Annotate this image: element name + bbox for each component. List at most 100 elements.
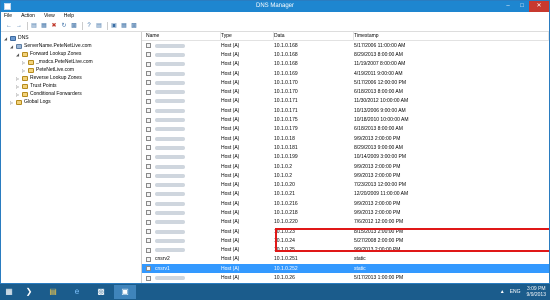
- table-row[interactable]: Host (A) 10.1.0.18 9/9/2013 2:00:00 PM: [142, 134, 549, 143]
- tree-node[interactable]: ◢ ServerName.PeteNetLive.com: [3, 42, 141, 50]
- properties-icon[interactable]: ▦: [40, 22, 48, 30]
- blurred-name: [155, 99, 185, 104]
- table-row[interactable]: Host (A) 10.1.0.169 4/19/2011 9:00:00 AM: [142, 69, 549, 78]
- record-icon: [146, 98, 151, 104]
- record-icon[interactable]: ▩: [130, 22, 138, 30]
- folder-icon: [22, 75, 28, 81]
- cell-name: [142, 52, 221, 58]
- menu-help[interactable]: Help: [64, 13, 74, 19]
- expand-icon[interactable]: ▷: [9, 100, 14, 105]
- expand-icon[interactable]: ▷: [21, 60, 26, 65]
- menu-action[interactable]: Action: [21, 13, 35, 19]
- tree-node[interactable]: ▷ PeteNetLive.com: [3, 66, 141, 74]
- table-row[interactable]: Host (A) 10.1.0.218 9/9/2013 2:00:00 PM: [142, 208, 549, 217]
- column-header-data[interactable]: Data: [274, 32, 354, 41]
- collapse-icon[interactable]: ◢: [9, 44, 14, 49]
- tree-node[interactable]: ▷ _msdcs.PeteNetLive.com: [3, 58, 141, 66]
- blurred-name: [155, 229, 185, 234]
- network-icon[interactable]: ▲: [500, 289, 505, 295]
- cell-type: Host (A): [221, 163, 240, 170]
- table-row[interactable]: Host (A) 10.1.0.216 9/9/2013 2:00:00 PM: [142, 199, 549, 208]
- tree-node[interactable]: ◢ DNS: [3, 34, 141, 42]
- show-hide-tree-icon[interactable]: ▤: [95, 22, 103, 30]
- refresh-icon[interactable]: ↻: [60, 22, 68, 30]
- cell-type: Host (A): [221, 265, 240, 272]
- menu-view[interactable]: View: [44, 13, 55, 19]
- cell-data: 10.1.0.252: [274, 265, 298, 272]
- table-row[interactable]: Host (A) 10.1.0.171 10/13/2006 9:00:00 AM: [142, 106, 549, 115]
- tree-node[interactable]: ▷ Global Logs: [3, 98, 141, 106]
- table-row[interactable]: Host (A) 10.1.0.168 11/19/2007 8:00:00 AM: [142, 60, 549, 69]
- cell-data: 10.1.0.175: [274, 117, 298, 124]
- tree-node[interactable]: ▷ Reverse Lookup Zones: [3, 74, 141, 82]
- table-row[interactable]: Host (A) 10.1.0.220 7/6/2012 12:00:00 PM: [142, 218, 549, 227]
- delete-icon[interactable]: ✖: [50, 22, 58, 30]
- maximize-icon[interactable]: □: [515, 1, 529, 12]
- cell-timestamp: 10/14/2009 3:00:00 PM: [354, 154, 406, 161]
- table-row[interactable]: Host (A) 10.1.0.179 6/18/2013 8:00:00 AM: [142, 125, 549, 134]
- cell-data: 10.1.0.2: [274, 163, 293, 170]
- table-row[interactable]: Host (A) 10.1.0.170 5/17/2006 12:00:00 PM: [142, 78, 549, 87]
- expand-icon[interactable]: ▷: [15, 92, 20, 97]
- cell-data: 10.1.0.21: [274, 191, 295, 198]
- table-row[interactable]: cnsrv2 Host (A) 10.1.0.251 static: [142, 255, 549, 264]
- server-manager-icon[interactable]: ▩: [90, 285, 112, 299]
- table-row[interactable]: Host (A) 10.1.0.21 12/20/2009 11:00:00 AM: [142, 190, 549, 199]
- export-list-icon[interactable]: ▩: [70, 22, 78, 30]
- table-row[interactable]: Host (A) 10.1.0.171 11/30/2012 10:00:00 AM: [142, 97, 549, 106]
- expand-icon[interactable]: ▷: [15, 84, 20, 89]
- table-row[interactable]: Host (A) 10.1.0.2 9/9/2013 2:00:00 PM: [142, 171, 549, 180]
- table-row[interactable]: Host (A) 10.1.0.168 5/17/2006 11:00:00 AM: [142, 41, 549, 50]
- expand-icon[interactable]: ▷: [15, 76, 20, 81]
- record-icon: [146, 173, 151, 179]
- help-icon[interactable]: ?: [85, 22, 93, 30]
- table-row[interactable]: cnsrv1 Host (A) 10.1.0.252 static: [142, 264, 549, 274]
- table-row[interactable]: Host (A) 10.1.0.170 6/18/2013 8:00:00 AM: [142, 87, 549, 96]
- title-bar[interactable]: DNS Manager – □ ✕: [1, 1, 549, 12]
- zone-icon[interactable]: ▦: [120, 22, 128, 30]
- toolbar-divider: [82, 21, 83, 30]
- column-header-name[interactable]: Name: [142, 32, 221, 41]
- expand-icon[interactable]: ▷: [21, 68, 26, 73]
- collapse-icon[interactable]: ◢: [3, 36, 8, 41]
- column-header-timestamp[interactable]: Timestamp: [354, 32, 549, 41]
- cell-name: [142, 61, 221, 67]
- table-row[interactable]: Host (A) 10.1.0.20 7/23/2013 12:00:00 PM: [142, 180, 549, 189]
- column-header-type[interactable]: Type: [221, 32, 274, 41]
- windows-start-icon[interactable]: ▦: [2, 285, 16, 299]
- cell-data: 10.1.0.218: [274, 209, 298, 216]
- cell-data: 10.1.0.168: [274, 42, 298, 49]
- blurred-name: [155, 145, 185, 150]
- table-row[interactable]: Host (A) 10.1.0.26 5/17/2013 1:00:00 PM: [142, 273, 549, 282]
- internet-explorer-icon[interactable]: e: [66, 285, 88, 299]
- minimize-icon[interactable]: –: [501, 1, 515, 12]
- record-icon: [146, 201, 151, 207]
- cell-name: [142, 182, 221, 188]
- forward-arrow-icon[interactable]: →: [15, 22, 23, 30]
- back-arrow-icon[interactable]: ←: [5, 22, 13, 30]
- menu-file[interactable]: File: [4, 13, 12, 19]
- clock[interactable]: 3:09 PM 9/9/2013: [527, 286, 546, 298]
- powershell-icon[interactable]: ❯: [18, 285, 40, 299]
- cell-name: [142, 210, 221, 216]
- tree-node-label: ServerName.PeteNetLive.com: [24, 43, 92, 49]
- dns-manager-icon[interactable]: ▣: [114, 285, 136, 299]
- cell-data: 10.1.0.181: [274, 144, 298, 151]
- table-row[interactable]: Host (A) 10.1.0.168 8/29/2013 8:00:00 AM: [142, 50, 549, 59]
- table-row[interactable]: Host (A) 10.1.0.181 8/29/2013 9:00:00 AM: [142, 143, 549, 152]
- table-row[interactable]: Host (A) 10.1.0.199 10/14/2009 3:00:00 PM: [142, 153, 549, 162]
- collapse-icon[interactable]: ◢: [15, 52, 20, 57]
- tree-node[interactable]: ▷ Trust Points: [3, 82, 141, 90]
- up-folder-icon[interactable]: ▤: [30, 22, 38, 30]
- blurred-name: [155, 192, 185, 197]
- tree-node[interactable]: ▷ Conditional Forwarders: [3, 90, 141, 98]
- cell-name: [142, 191, 221, 197]
- close-icon[interactable]: ✕: [529, 1, 549, 12]
- table-row[interactable]: Host (A) 10.1.0.175 10/18/2010 10:00:00 AM: [142, 115, 549, 124]
- window-title: DNS Manager: [255, 3, 294, 9]
- language-indicator[interactable]: ENG: [510, 289, 521, 295]
- table-row[interactable]: Host (A) 10.1.0.2 9/9/2013 2:00:00 PM: [142, 162, 549, 171]
- tree-node[interactable]: ◢ Forward Lookup Zones: [3, 50, 141, 58]
- server-icon[interactable]: ▣: [110, 22, 118, 30]
- explorer-icon[interactable]: ▤: [42, 285, 64, 299]
